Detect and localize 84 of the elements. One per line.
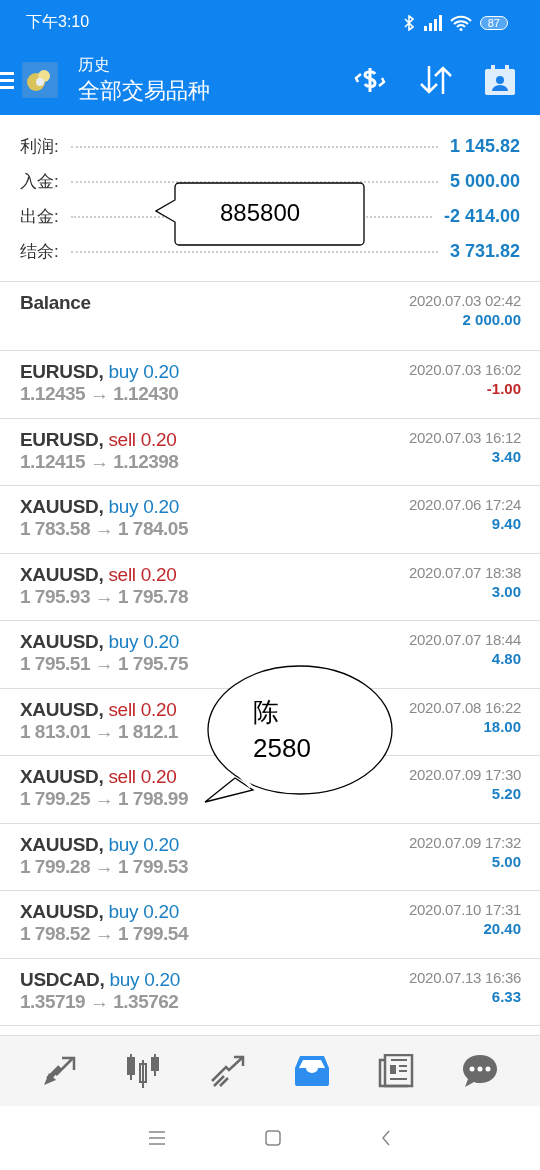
trade-symbol: USDCAD, bbox=[20, 968, 105, 991]
trade-symbol: XAUUSD, bbox=[20, 833, 104, 856]
screen-subtitle: 历史 bbox=[78, 54, 111, 75]
trade-time: 2020.07.13 16:36 bbox=[409, 968, 521, 986]
summary-value: -2 414.00 bbox=[443, 206, 520, 227]
trade-profit: 5.20 bbox=[491, 785, 521, 802]
trade-prices: 1 783.58 → 1 784.05 bbox=[20, 518, 188, 540]
trade-prices: 1 795.93 → 1 795.78 bbox=[20, 585, 188, 608]
summary-label: 入金: bbox=[20, 171, 59, 193]
trade-time: 2020.07.06 17:24 bbox=[409, 496, 521, 513]
trade-volume: buy 0.20 bbox=[108, 496, 179, 518]
status-time: 下午3:10 bbox=[26, 12, 90, 32]
trade-symbol: XAUUSD, bbox=[20, 766, 104, 788]
trade-volume: buy 0.20 bbox=[108, 833, 179, 856]
sort-icon[interactable] bbox=[418, 64, 454, 96]
trade-arrows-icon[interactable] bbox=[42, 1055, 78, 1087]
currency-exchange-icon[interactable] bbox=[352, 65, 388, 95]
trade-prices: 1 799.25 → 1 798.99 bbox=[20, 788, 188, 810]
trade-symbol: XAUUSD, bbox=[20, 631, 104, 653]
trade-symbol: XAUUSD, bbox=[20, 563, 104, 586]
trade-symbol: XAUUSD, bbox=[20, 698, 104, 721]
trade-time: 2020.07.07 18:38 bbox=[409, 563, 521, 581]
trade-time: 2020.07.08 16:22 bbox=[409, 698, 521, 716]
summary-label: 利润: bbox=[20, 136, 59, 158]
trade-profit: 9.40 bbox=[491, 515, 521, 532]
trade-symbol: XAUUSD, bbox=[20, 901, 104, 923]
trade-volume: sell 0.20 bbox=[108, 698, 177, 721]
trade-profit: 6.33 bbox=[491, 987, 521, 1005]
summary-label: 结余: bbox=[20, 241, 59, 263]
callout-text: 885800 bbox=[220, 199, 301, 227]
calendar-contact-icon[interactable] bbox=[484, 64, 516, 96]
summary-value: 3 731.82 bbox=[449, 241, 520, 262]
trade-symbol: XAUUSD, bbox=[20, 496, 104, 518]
trade-volume: sell 0.20 bbox=[108, 563, 177, 586]
bluetooth-icon bbox=[403, 14, 414, 31]
trade-time: 2020.07.03 16:12 bbox=[409, 428, 521, 446]
summary-value: 5 000.00 bbox=[449, 171, 520, 192]
menu-icon[interactable] bbox=[149, 1131, 165, 1145]
summary-label: 出金: bbox=[20, 206, 59, 228]
trade-volume: buy 0.20 bbox=[108, 901, 179, 923]
battery-indicator: 87 bbox=[479, 15, 508, 30]
trade-profit: -1.00 bbox=[486, 380, 521, 397]
trade-time: 2020.07.07 18:44 bbox=[409, 631, 521, 648]
trade-profit: 18.00 bbox=[483, 717, 521, 735]
newspaper-icon[interactable] bbox=[378, 1054, 414, 1088]
trade-profit: 4.80 bbox=[491, 650, 521, 667]
trade-profit: 3.40 bbox=[491, 447, 521, 465]
trade-prices: 1 799.28 → 1 799.53 bbox=[20, 855, 188, 878]
wifi-icon bbox=[449, 14, 472, 31]
trade-time: 2020.07.09 17:32 bbox=[409, 833, 521, 851]
trade-time: 2020.07.03 16:02 bbox=[409, 361, 521, 378]
menu-icon[interactable] bbox=[0, 69, 14, 91]
screen-title[interactable]: 全部交易品种 bbox=[78, 75, 210, 106]
trade-volume: sell 0.20 bbox=[108, 428, 177, 451]
trade-prices: 1 798.52 → 1 799.54 bbox=[20, 923, 188, 945]
trend-arrow-icon[interactable] bbox=[210, 1055, 246, 1087]
back-icon[interactable] bbox=[381, 1130, 391, 1146]
summary-value: 1 145.82 bbox=[449, 136, 520, 157]
trade-volume: buy 0.20 bbox=[108, 361, 179, 383]
callout-text: 陈 2580 bbox=[253, 696, 311, 765]
deal-time: 2020.07.03 02:42 bbox=[409, 292, 521, 309]
inbox-tray-icon[interactable] bbox=[294, 1055, 330, 1087]
app-logo-icon bbox=[22, 62, 58, 98]
chat-bubble-icon[interactable] bbox=[462, 1054, 498, 1088]
trade-time: 2020.07.09 17:30 bbox=[409, 766, 521, 783]
trade-volume: sell 0.20 bbox=[108, 766, 177, 788]
trade-symbol: EURUSD, bbox=[20, 428, 104, 451]
trade-prices: 1.35719 → 1.35762 bbox=[20, 990, 180, 1013]
trade-prices: 1.12415 → 1.12398 bbox=[20, 450, 179, 473]
deal-type: Balance bbox=[20, 292, 91, 314]
trade-prices: 1 795.51 → 1 795.75 bbox=[20, 653, 188, 675]
trade-profit: 5.00 bbox=[491, 852, 521, 870]
trade-profit: 3.00 bbox=[491, 582, 521, 600]
trade-time: 2020.07.10 17:31 bbox=[409, 901, 521, 918]
trade-prices: 1 813.01 → 1 812.1 bbox=[20, 720, 178, 743]
deal-amount: 2 000.00 bbox=[462, 311, 521, 328]
trade-volume: buy 0.20 bbox=[108, 631, 179, 653]
trade-prices: 1.12435 → 1.12430 bbox=[20, 383, 179, 405]
home-button-icon[interactable] bbox=[265, 1130, 281, 1146]
trade-symbol: EURUSD, bbox=[20, 361, 104, 383]
trade-profit: 20.40 bbox=[483, 920, 521, 937]
candlestick-icon[interactable] bbox=[126, 1054, 162, 1088]
trade-volume: buy 0.20 bbox=[109, 968, 180, 991]
signal-icon bbox=[421, 14, 442, 31]
